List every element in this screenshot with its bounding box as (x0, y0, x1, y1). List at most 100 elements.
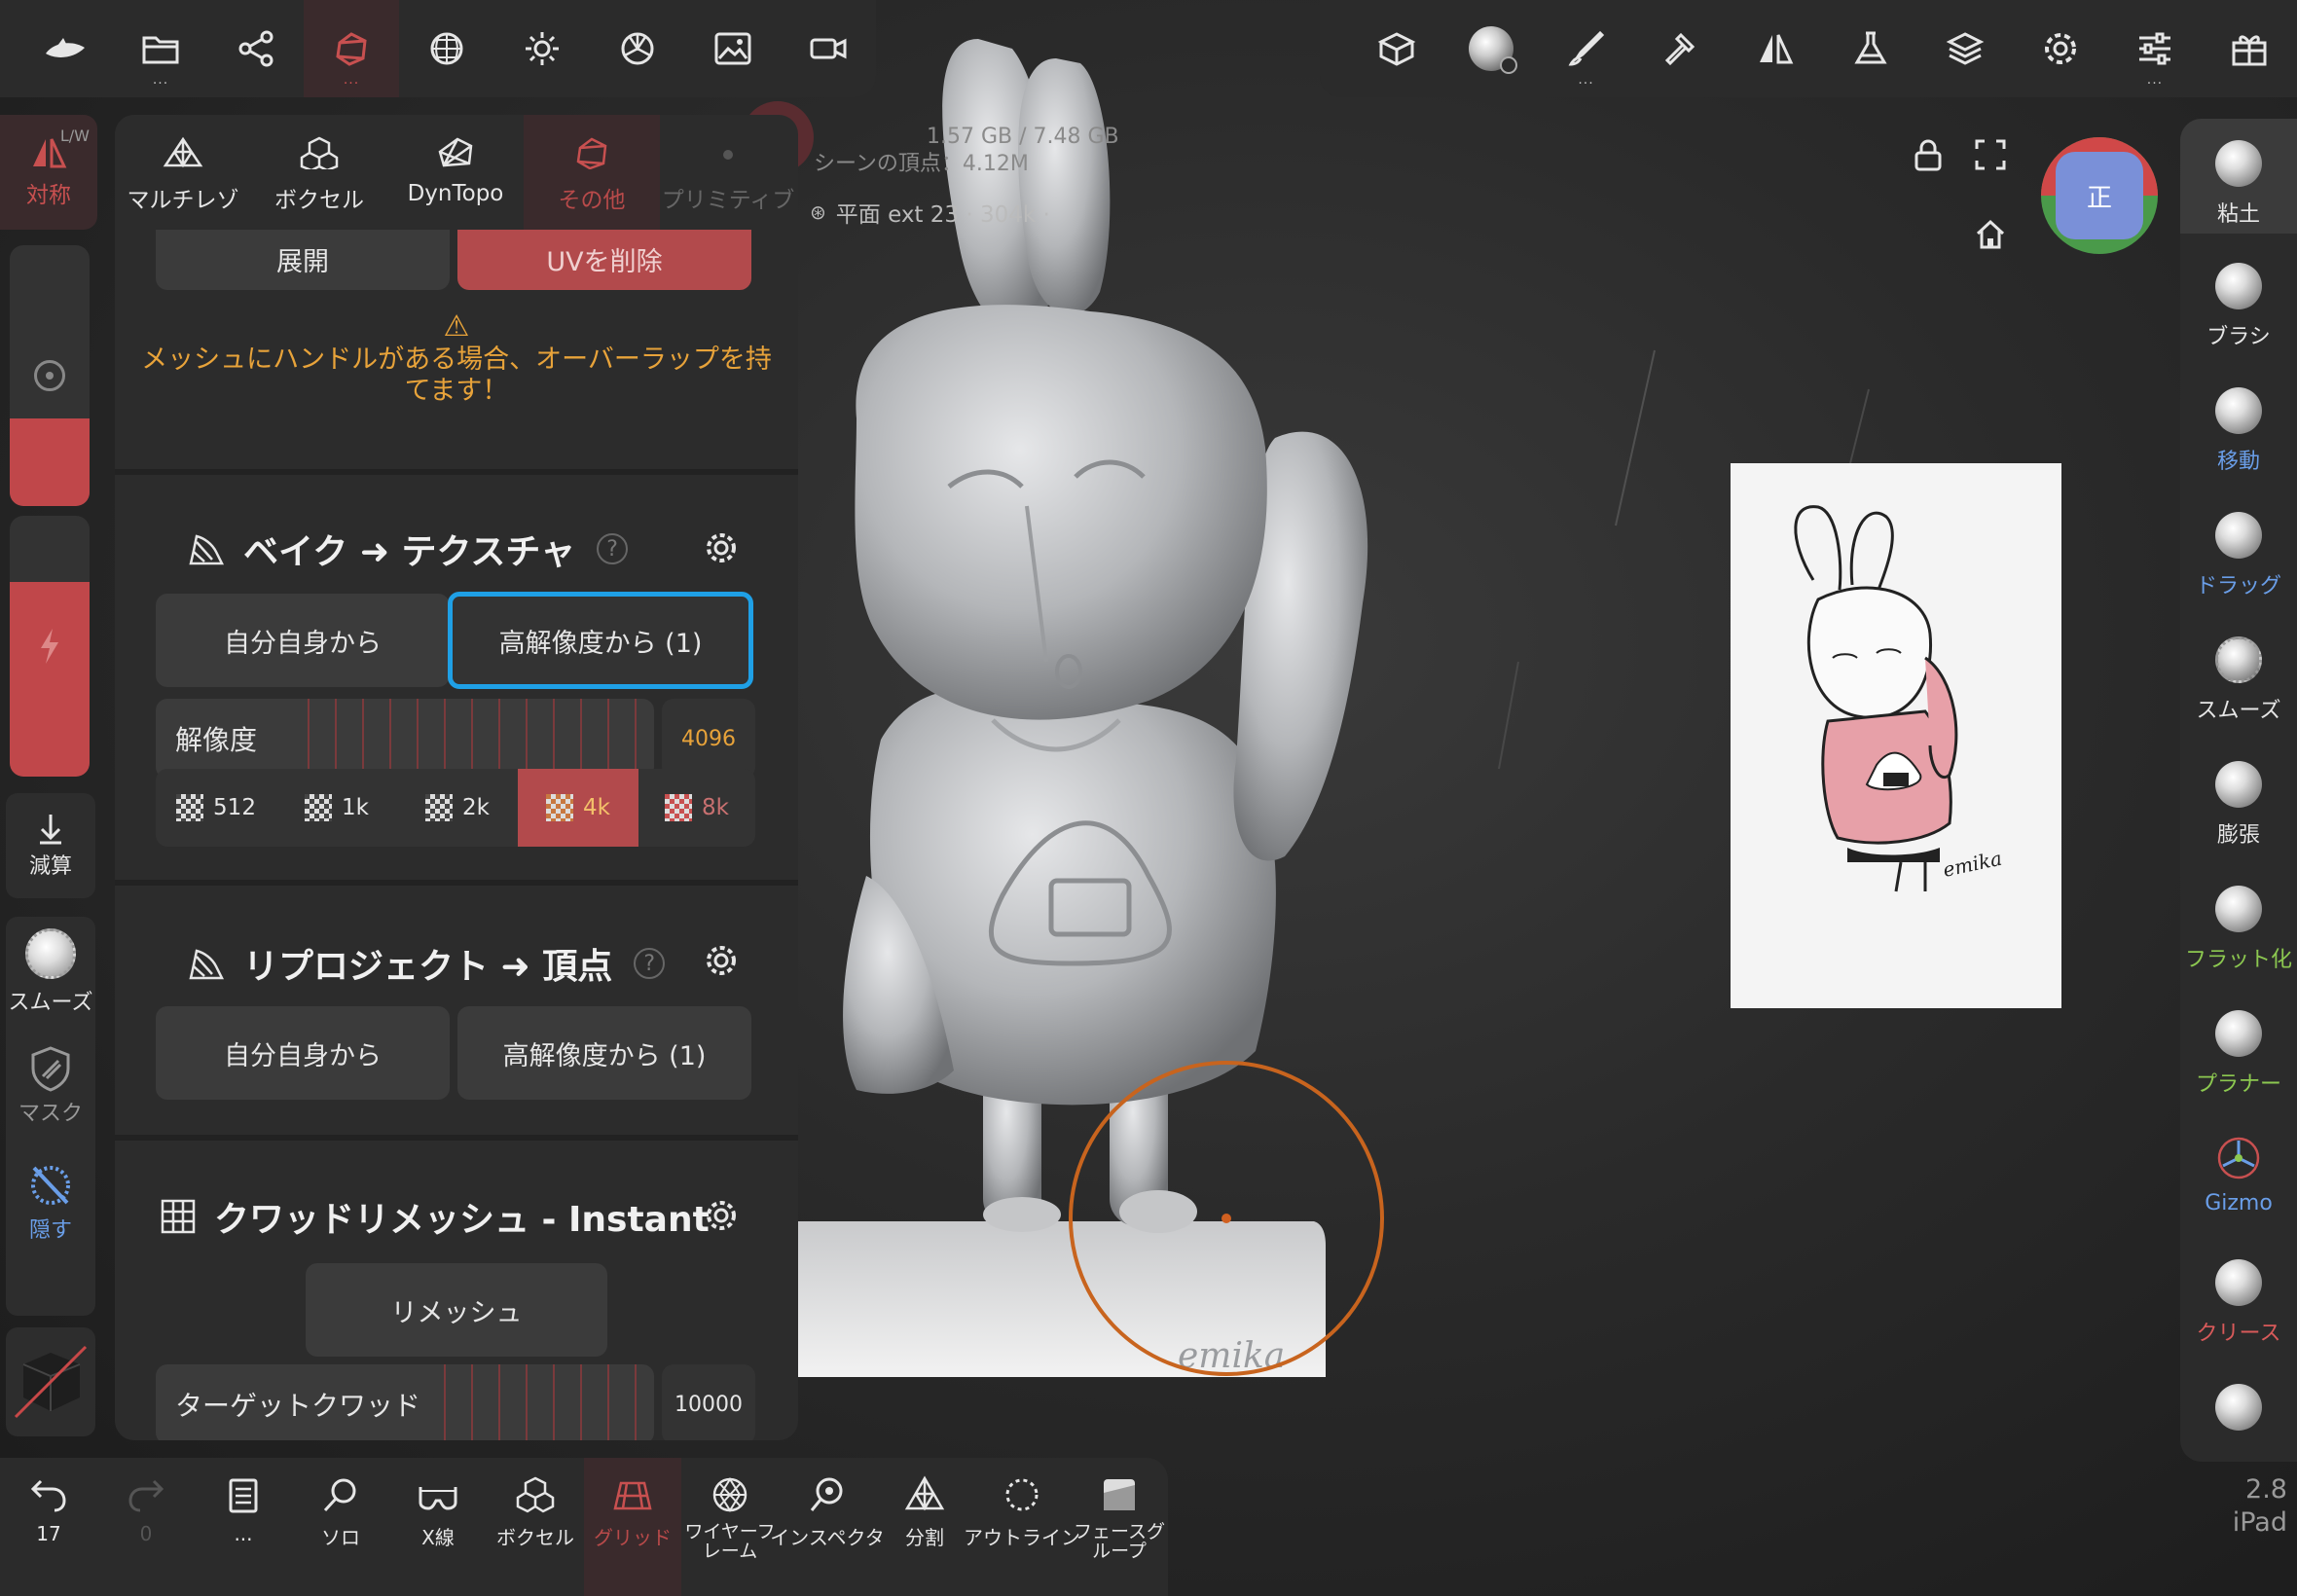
folder-icon[interactable]: ... (113, 0, 208, 97)
inflate-icon (2215, 761, 2262, 808)
res-4k[interactable]: 4k (518, 769, 638, 847)
tool-planar[interactable]: プラナー (2180, 1010, 2297, 1098)
reproject-title: リプロジェクト ➜ 頂点 (243, 947, 613, 987)
xray-button[interactable]: X線 (389, 1458, 487, 1596)
quad-settings-icon[interactable] (703, 1197, 740, 1234)
fullscreen-icon[interactable] (1974, 138, 2007, 171)
resolution-value[interactable]: 4096 (662, 699, 755, 779)
reference-signature: emika (1941, 847, 2004, 882)
mirror-icon[interactable] (1729, 0, 1823, 97)
notes-button[interactable]: ... (195, 1458, 292, 1596)
undo-icon (30, 1479, 66, 1512)
flask-icon[interactable] (1823, 0, 1917, 97)
tool-brush[interactable]: ブラシ (2180, 263, 2297, 350)
image-icon[interactable] (685, 0, 781, 97)
tool-drag[interactable]: ドラッグ (2180, 512, 2297, 599)
split-button[interactable]: 分割 (876, 1458, 973, 1596)
other-icon (576, 137, 607, 169)
res-8k[interactable]: 8k (638, 769, 755, 847)
bake-from-high-button[interactable]: 高解像度から (1) (448, 592, 753, 689)
tool-move[interactable]: 移動 (2180, 387, 2297, 475)
logo-icon[interactable] (18, 0, 113, 97)
material-preview[interactable] (6, 1327, 95, 1436)
solo-button[interactable]: ソロ (292, 1458, 389, 1596)
res-2k[interactable]: 2k (397, 769, 518, 847)
res-1k[interactable]: 1k (276, 769, 397, 847)
tool-flatten[interactable]: フラット化 (2180, 886, 2297, 973)
target-quad-value[interactable]: 10000 (662, 1364, 755, 1440)
matcap-icon[interactable] (1443, 0, 1538, 97)
target-quad-slider[interactable]: ターゲットクワッド (156, 1364, 654, 1440)
res-512[interactable]: 512 (156, 769, 276, 847)
material-icon[interactable] (590, 0, 685, 97)
reproject-from-high-button[interactable]: 高解像度から (1) (457, 1006, 751, 1100)
divider (115, 469, 798, 475)
bake-settings-icon[interactable] (703, 529, 740, 566)
tab-other[interactable]: その他 (524, 115, 660, 230)
tool-crease[interactable]: クリース (2180, 1259, 2297, 1347)
tab-dyntopo[interactable]: DynTopo (387, 115, 524, 230)
outline-icon (1005, 1478, 1039, 1511)
home-icon[interactable] (1974, 218, 2007, 251)
subtract-button[interactable]: 減算 (6, 793, 95, 898)
voxel-button[interactable]: ボクセル (487, 1458, 584, 1596)
sphere-icon[interactable] (399, 0, 494, 97)
bake-from-self-button[interactable]: 自分自身から (156, 594, 450, 687)
reproject-settings-icon[interactable] (703, 942, 740, 979)
tool-planar-label: プラナー (2195, 1072, 2281, 1097)
dyntopo-icon (438, 137, 473, 167)
intensity-handle (10, 582, 90, 777)
smooth-tool[interactable]: スムーズ (6, 928, 95, 1026)
box-icon[interactable] (1349, 0, 1443, 97)
topology-icon[interactable]: ... (304, 0, 399, 97)
hide-tool[interactable]: 隠す (6, 1162, 95, 1259)
tool-smooth[interactable]: スムーズ (2180, 636, 2297, 724)
intensity-slider[interactable] (10, 516, 90, 777)
remesh-button[interactable]: リメッシュ (306, 1263, 607, 1357)
mask-tool[interactable]: マスク (6, 1045, 95, 1143)
topology-panel: マルチレゾ ボクセル DynTopo その他 プリミティブ 展開 UVを削除 ⚠… (115, 115, 798, 1440)
light-icon[interactable] (494, 0, 590, 97)
tool-clay[interactable]: 粘土 (2180, 119, 2297, 234)
tab-multires[interactable]: マルチレゾ (115, 115, 251, 230)
undo-button[interactable]: 17 (0, 1458, 97, 1596)
tool-inflate[interactable]: 膨張 (2180, 761, 2297, 849)
facegroup-button[interactable]: フェースグループ (1071, 1458, 1168, 1596)
grid-button[interactable]: グリッド (584, 1458, 681, 1596)
lock-icon[interactable] (1912, 138, 1945, 171)
tool-gizmo[interactable]: Gizmo (2180, 1135, 2297, 1215)
symmetry-button[interactable]: L/W 対称 (0, 115, 97, 230)
tab-voxel[interactable]: ボクセル (251, 115, 387, 230)
panel-tabs: マルチレゾ ボクセル DynTopo その他 プリミティブ (115, 115, 798, 230)
target-quad-label: ターゲットクワッド (175, 1364, 437, 1440)
sliders-icon[interactable]: ... (2107, 0, 2202, 97)
help-icon[interactable]: ? (597, 533, 629, 564)
bake-icon (189, 534, 225, 565)
wireframe-button[interactable]: ワイヤーフレーム (681, 1458, 779, 1596)
view-cube[interactable]: 正 (2038, 134, 2161, 257)
tool-clay-label: 粘土 (2216, 202, 2260, 227)
resolution-slider[interactable]: 解像度 (156, 699, 654, 779)
layers-icon[interactable] (1917, 0, 2012, 97)
divider (115, 1135, 798, 1141)
reference-image[interactable]: emika (1731, 463, 2061, 1008)
voxel-icon (300, 136, 339, 169)
settings-icon[interactable] (2013, 0, 2107, 97)
outline-button[interactable]: アウトライン (964, 1458, 1080, 1596)
bake-title: ベイク ➜ テクスチャ (243, 532, 576, 572)
share-icon[interactable] (208, 0, 304, 97)
view-cube-label: 正 (2086, 183, 2112, 213)
mesh-icon: ⊛ (810, 200, 826, 224)
radius-slider[interactable] (10, 245, 90, 506)
tab-primitive[interactable]: プリミティブ (660, 115, 796, 230)
redo-button[interactable]: 0 (97, 1458, 195, 1596)
inspector-button[interactable]: インスペクタ (770, 1458, 885, 1596)
paint-icon[interactable]: ... (1539, 0, 1633, 97)
reproject-from-self-button[interactable]: 自分自身から (156, 1006, 450, 1100)
tool-move-label: 移動 (2216, 450, 2260, 474)
help-icon[interactable]: ? (634, 948, 666, 979)
hammer-icon[interactable] (1633, 0, 1728, 97)
tool-more[interactable] (2180, 1384, 2297, 1440)
camera-icon[interactable] (781, 0, 876, 97)
gift-icon[interactable] (2203, 0, 2297, 97)
